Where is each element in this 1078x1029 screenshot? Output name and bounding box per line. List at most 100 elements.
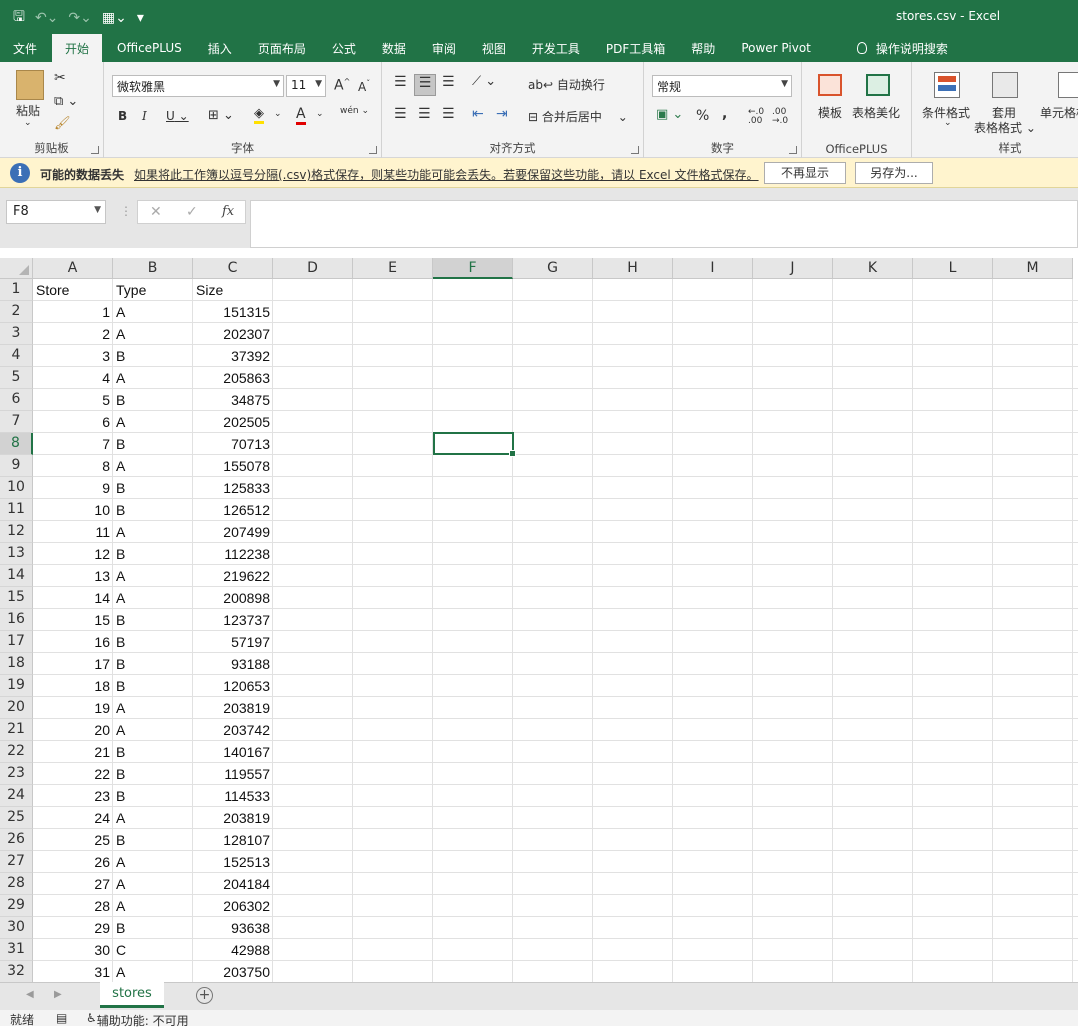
column-header-I[interactable]: I bbox=[673, 258, 753, 279]
row-header[interactable]: 14 bbox=[0, 565, 33, 587]
cell[interactable]: 120653 bbox=[193, 675, 273, 697]
row-header[interactable]: 4 bbox=[0, 345, 33, 367]
bold-button[interactable]: B bbox=[118, 109, 127, 123]
cell[interactable]: 4 bbox=[33, 367, 113, 389]
cell[interactable]: 9 bbox=[33, 477, 113, 499]
cell[interactable]: B bbox=[113, 741, 193, 763]
tab-10[interactable]: PDF工具箱 bbox=[593, 34, 678, 62]
cell[interactable]: 19 bbox=[33, 697, 113, 719]
cell[interactable]: 17 bbox=[33, 653, 113, 675]
italic-button[interactable]: I bbox=[142, 109, 147, 123]
cell[interactable]: A bbox=[113, 961, 193, 982]
cell[interactable]: B bbox=[113, 675, 193, 697]
cell[interactable]: 204184 bbox=[193, 873, 273, 895]
cell[interactable]: B bbox=[113, 653, 193, 675]
tab-5[interactable]: 公式 bbox=[319, 34, 369, 62]
shrink-font-button[interactable]: Aˇ bbox=[358, 79, 370, 94]
cell[interactable]: 202307 bbox=[193, 323, 273, 345]
font-name-combo[interactable]: 微软雅黑 ▼ bbox=[112, 75, 284, 97]
cell[interactable]: B bbox=[113, 433, 193, 455]
cell[interactable]: 16 bbox=[33, 631, 113, 653]
cell[interactable]: 126512 bbox=[193, 499, 273, 521]
align-top-icon[interactable]: ☰ bbox=[394, 74, 407, 90]
cell[interactable]: A bbox=[113, 587, 193, 609]
row-header[interactable]: 27 bbox=[0, 851, 33, 873]
row-header[interactable]: 22 bbox=[0, 741, 33, 763]
column-header-M[interactable]: M bbox=[993, 258, 1073, 279]
cell[interactable]: 12 bbox=[33, 543, 113, 565]
tab-2[interactable]: OfficePLUS bbox=[104, 34, 195, 62]
fill-dropdown-icon[interactable]: ⌄ bbox=[274, 109, 282, 119]
cell[interactable]: 31 bbox=[33, 961, 113, 982]
cell[interactable]: Size bbox=[193, 279, 273, 301]
cell[interactable]: 200898 bbox=[193, 587, 273, 609]
cell[interactable]: B bbox=[113, 631, 193, 653]
undo-icon[interactable]: ↶⌄ bbox=[32, 10, 61, 26]
row-header[interactable]: 8 bbox=[0, 433, 33, 455]
number-launcher-icon[interactable] bbox=[789, 146, 797, 154]
decrease-decimal-icon[interactable]: .00 →.0 bbox=[772, 108, 788, 126]
paste-icon[interactable] bbox=[16, 70, 44, 100]
cell[interactable]: A bbox=[113, 851, 193, 873]
column-header-G[interactable]: G bbox=[513, 258, 593, 279]
cell[interactable]: B bbox=[113, 477, 193, 499]
align-middle-icon[interactable]: ☰ bbox=[414, 74, 436, 96]
increase-decimal-icon[interactable]: ←.0.00 bbox=[748, 108, 764, 126]
cell[interactable]: 140167 bbox=[193, 741, 273, 763]
font-size-combo[interactable]: 11 ▼ bbox=[286, 75, 326, 97]
column-header-L[interactable]: L bbox=[913, 258, 993, 279]
fill-color-icon[interactable]: ◈ bbox=[254, 106, 264, 124]
row-header[interactable]: 28 bbox=[0, 873, 33, 895]
cell[interactable]: 203750 bbox=[193, 961, 273, 982]
cell[interactable]: B bbox=[113, 829, 193, 851]
accessibility-status[interactable]: ♿ 辅助功能: 不可用 bbox=[86, 1011, 189, 1028]
wrap-text-button[interactable]: ab↩ 自动换行 bbox=[528, 76, 605, 93]
cell[interactable]: 23 bbox=[33, 785, 113, 807]
cell[interactable]: B bbox=[113, 389, 193, 411]
cell[interactable]: 13 bbox=[33, 565, 113, 587]
cell[interactable]: 7 bbox=[33, 433, 113, 455]
cell[interactable]: 34875 bbox=[193, 389, 273, 411]
column-header-H[interactable]: H bbox=[593, 258, 673, 279]
column-header-E[interactable]: E bbox=[353, 258, 433, 279]
row-header[interactable]: 18 bbox=[0, 653, 33, 675]
redo-icon[interactable]: ↷⌄ bbox=[65, 10, 94, 26]
cell[interactable]: A bbox=[113, 895, 193, 917]
cell[interactable]: 203819 bbox=[193, 697, 273, 719]
cell[interactable]: 125833 bbox=[193, 477, 273, 499]
cell[interactable]: A bbox=[113, 873, 193, 895]
cell[interactable]: A bbox=[113, 367, 193, 389]
cell[interactable]: B bbox=[113, 785, 193, 807]
phonetic-icon[interactable]: wén ⌄ bbox=[340, 106, 369, 116]
copy-icon[interactable]: ⧉ ⌄ bbox=[54, 94, 78, 109]
save-as-button[interactable]: 另存为... bbox=[855, 162, 933, 184]
tell-me-search[interactable]: 操作说明搜索 bbox=[844, 34, 961, 62]
sheet-prev-icon[interactable]: ◀ bbox=[26, 989, 34, 1000]
percent-button[interactable]: % bbox=[696, 108, 709, 124]
row-header[interactable]: 12 bbox=[0, 521, 33, 543]
cell[interactable]: 151315 bbox=[193, 301, 273, 323]
enter-icon[interactable]: ✓ bbox=[186, 204, 198, 220]
column-header-K[interactable]: K bbox=[833, 258, 913, 279]
row-header[interactable]: 30 bbox=[0, 917, 33, 939]
increase-indent-icon[interactable]: ⇥ bbox=[496, 106, 508, 122]
tab-0[interactable]: 文件 bbox=[0, 34, 50, 62]
cell[interactable]: 37392 bbox=[193, 345, 273, 367]
cell[interactable]: B bbox=[113, 345, 193, 367]
align-bottom-icon[interactable]: ☰ bbox=[442, 74, 455, 90]
cell[interactable]: 30 bbox=[33, 939, 113, 961]
cell[interactable]: 27 bbox=[33, 873, 113, 895]
sheet-tab-stores[interactable]: stores bbox=[100, 982, 164, 1008]
cell[interactable]: C bbox=[113, 939, 193, 961]
row-header[interactable]: 20 bbox=[0, 697, 33, 719]
format-painter-icon[interactable]: 🖌 bbox=[54, 116, 71, 131]
cell[interactable]: 70713 bbox=[193, 433, 273, 455]
cell[interactable]: 203819 bbox=[193, 807, 273, 829]
row-header[interactable]: 31 bbox=[0, 939, 33, 961]
cell[interactable]: 29 bbox=[33, 917, 113, 939]
cell[interactable]: 2 bbox=[33, 323, 113, 345]
paste-dropdown-icon[interactable]: ⌄ bbox=[24, 118, 32, 128]
tab-7[interactable]: 审阅 bbox=[419, 34, 469, 62]
template-icon[interactable] bbox=[818, 74, 842, 96]
row-header[interactable]: 32 bbox=[0, 961, 33, 982]
